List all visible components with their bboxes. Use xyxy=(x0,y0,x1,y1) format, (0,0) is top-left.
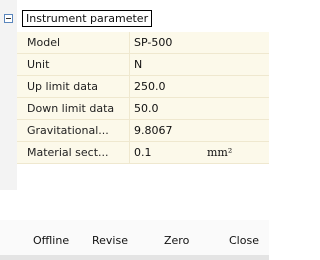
property-value[interactable]: 0.1 xyxy=(134,142,152,163)
property-row-unit[interactable]: Unit N xyxy=(17,54,269,76)
property-label: Down limit data xyxy=(27,102,115,115)
column-divider xyxy=(129,142,130,163)
property-label: Model xyxy=(27,36,61,49)
grid-gutter xyxy=(0,0,17,190)
property-row-gravitational[interactable]: Gravitational... 9.8067 xyxy=(17,120,269,142)
property-grid: Model SP-500 Unit N Up limit data 250.0 … xyxy=(17,32,269,164)
property-value[interactable]: SP-500 xyxy=(134,32,172,53)
column-divider xyxy=(129,98,130,119)
property-row-down-limit[interactable]: Down limit data 50.0 xyxy=(17,98,269,120)
zero-button[interactable]: Zero xyxy=(164,232,189,250)
property-row-up-limit[interactable]: Up limit data 250.0 xyxy=(17,76,269,98)
property-value[interactable]: N xyxy=(134,54,142,75)
property-label: Unit xyxy=(27,58,50,71)
column-divider xyxy=(129,54,130,75)
offline-button[interactable]: Offline xyxy=(33,232,69,250)
property-row-material-section[interactable]: Material sect... 0.1 mm² xyxy=(17,142,269,164)
property-label: Material sect... xyxy=(27,146,109,159)
toolbar-bottom-border xyxy=(0,255,269,260)
property-value[interactable]: 250.0 xyxy=(134,76,166,97)
column-divider xyxy=(129,32,130,53)
property-label: Gravitational... xyxy=(27,124,109,137)
action-toolbar: Offline Revise Zero Close xyxy=(0,220,269,256)
revise-button[interactable]: Revise xyxy=(92,232,128,250)
column-divider xyxy=(129,76,130,97)
property-value[interactable]: 9.8067 xyxy=(134,120,173,141)
column-divider xyxy=(129,120,130,141)
property-unit: mm² xyxy=(207,146,233,159)
close-button[interactable]: Close xyxy=(229,232,259,250)
collapse-group-icon[interactable] xyxy=(4,14,13,23)
property-label: Up limit data xyxy=(27,80,99,93)
group-header[interactable]: Instrument parameter xyxy=(22,10,153,27)
property-value[interactable]: 50.0 xyxy=(134,98,159,119)
property-row-model[interactable]: Model SP-500 xyxy=(17,32,269,54)
property-grid-panel: Instrument parameter Model SP-500 Unit N… xyxy=(0,0,269,190)
